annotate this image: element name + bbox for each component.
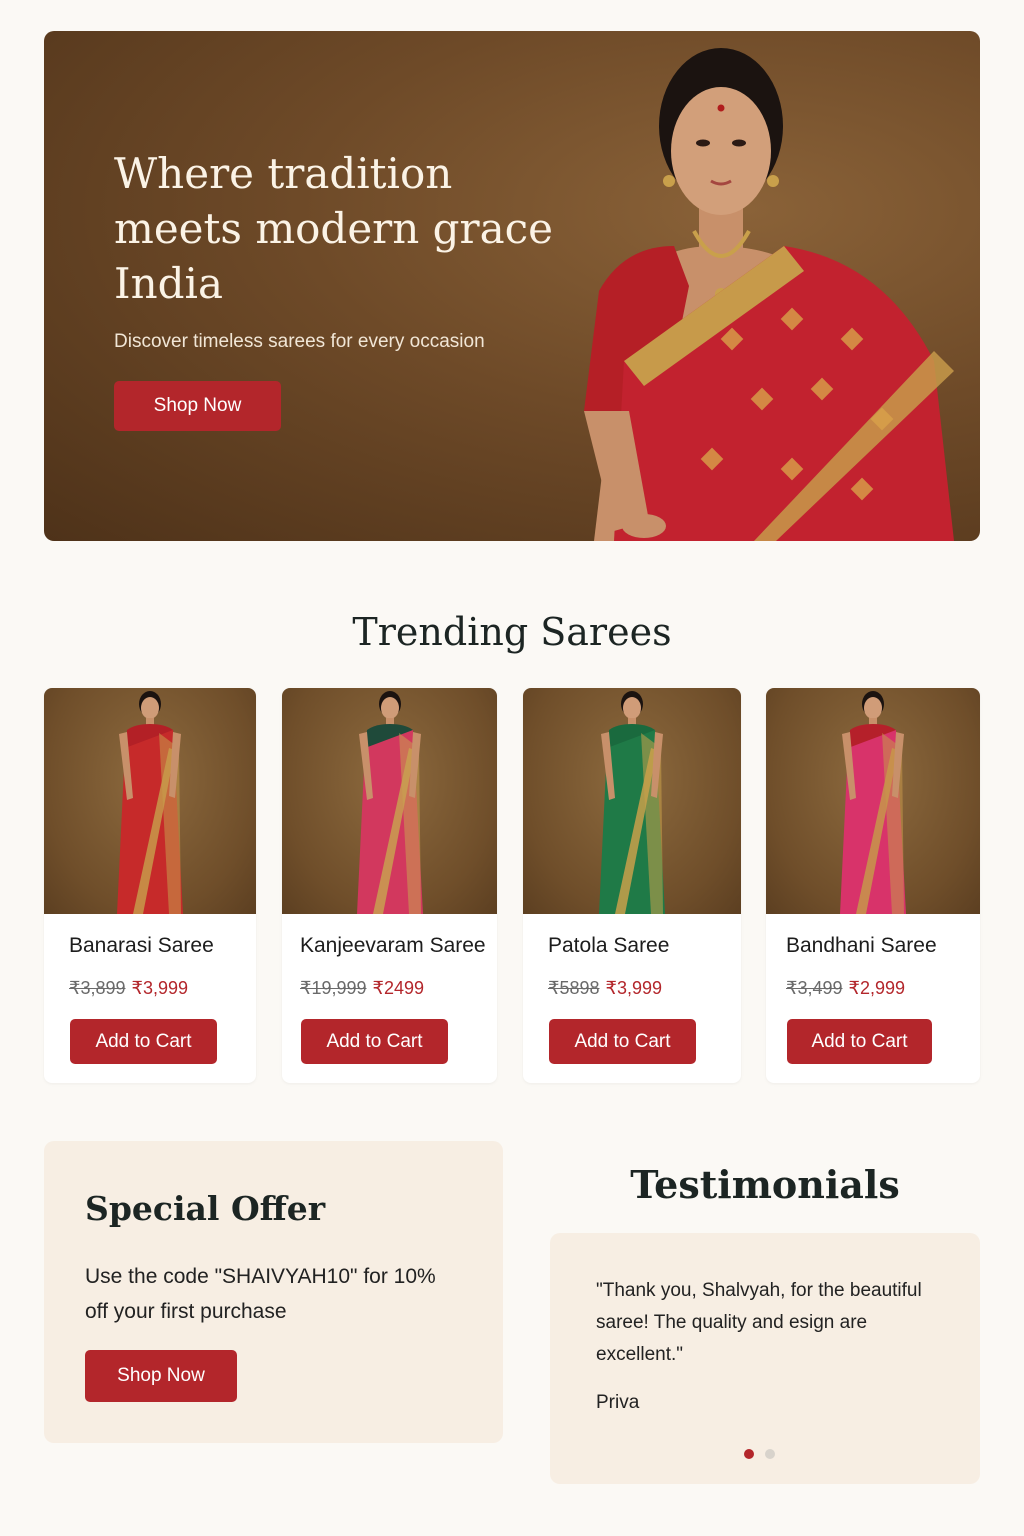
product-original-price: ₹19,999 [300, 978, 367, 998]
product-card: Kanjeevaram Saree ₹19,999 ₹2499 Add to Ca… [282, 688, 497, 1083]
product-prices: ₹19,999 ₹2499 [300, 978, 424, 999]
product-image[interactable] [282, 688, 497, 914]
offer-text: Use the code "SHAIVYAH10" for 10% off yo… [85, 1265, 436, 1323]
saree-model-figure [840, 691, 906, 914]
product-sale-price: ₹3,999 [605, 978, 663, 998]
product-image[interactable] [44, 688, 256, 914]
product-name[interactable]: Kanjeevaram Saree [300, 934, 486, 958]
carousel-dot[interactable] [765, 1449, 775, 1459]
hero-title: Where tradition meets modern grace India [114, 149, 554, 308]
trending-title: Trending Sarees [352, 610, 672, 654]
product-sale-price: ₹2,999 [848, 978, 906, 998]
product-name[interactable]: Patola Saree [548, 934, 669, 958]
testimonials-title: Testimonials [630, 1162, 900, 1207]
hero-shop-now-button[interactable]: Shop Now [114, 381, 281, 431]
testimonial-card: "Thank you, Shalvyah, for the beautiful … [550, 1233, 980, 1484]
offer-title: Special Offer [85, 1189, 326, 1228]
add-to-cart-button[interactable]: Add to Cart [301, 1019, 448, 1064]
product-image[interactable] [766, 688, 980, 914]
product-name[interactable]: Bandhani Saree [786, 934, 937, 958]
product-card: Bandhani Saree ₹3,499 ₹2,999 Add to Cart [766, 688, 980, 1083]
carousel-dots [744, 1449, 775, 1459]
testimonial-author: Priva [596, 1392, 640, 1413]
product-name[interactable]: Banarasi Saree [69, 934, 214, 958]
special-offer-panel: Special Offer Use the code "SHAIVYAH10" … [44, 1141, 503, 1443]
product-card: Banarasi Saree ₹3,899 ₹3,999 Add to Cart [44, 688, 256, 1083]
product-image[interactable] [523, 688, 741, 914]
product-card: Patola Saree ₹5898 ₹3,999 Add to Cart [523, 688, 741, 1083]
product-original-price: ₹3,499 [786, 978, 843, 998]
saree-model-figure [356, 691, 423, 914]
testimonial-quote: "Thank you, Shalvyah, for the beautiful … [596, 1280, 922, 1365]
offer-shop-now-button[interactable]: Shop Now [85, 1350, 237, 1402]
saree-model-figure [117, 691, 183, 914]
product-original-price: ₹5898 [548, 978, 600, 998]
product-prices: ₹3,899 ₹3,999 [69, 978, 188, 999]
hero-subtitle: Discover timeless sarees for every occas… [114, 331, 485, 352]
hero-banner: Where tradition meets modern grace India… [44, 31, 980, 541]
product-sale-price: ₹3,999 [131, 978, 189, 998]
add-to-cart-button[interactable]: Add to Cart [549, 1019, 696, 1064]
carousel-dot[interactable] [744, 1449, 754, 1459]
hero-model-image [584, 48, 954, 541]
product-sale-price: ₹2499 [372, 978, 425, 998]
product-original-price: ₹3,899 [69, 978, 126, 998]
product-prices: ₹5898 ₹3,999 [548, 978, 662, 999]
product-prices: ₹3,499 ₹2,999 [786, 978, 905, 999]
add-to-cart-button[interactable]: Add to Cart [70, 1019, 217, 1064]
saree-model-figure [599, 691, 665, 914]
add-to-cart-button[interactable]: Add to Cart [787, 1019, 932, 1064]
